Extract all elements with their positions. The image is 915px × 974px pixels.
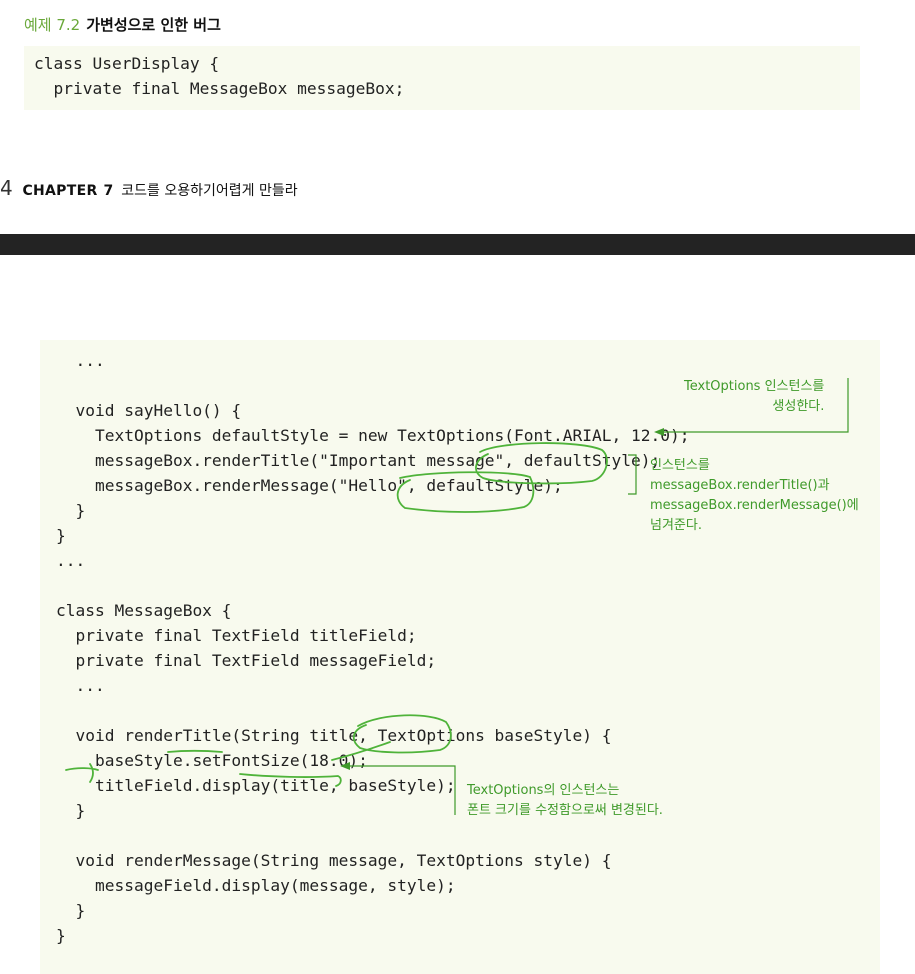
- arrowhead-modify: [340, 762, 350, 770]
- hand-line-fontsize: [239, 773, 342, 787]
- hand-underline-setfontsize: [167, 749, 223, 753]
- hand-circle-defaultstyle-message: [396, 471, 535, 513]
- annotation-marks: [65, 378, 849, 815]
- arrowhead-create: [654, 428, 664, 436]
- hand-left-mark: [65, 763, 99, 783]
- leader-line-modify: [348, 765, 456, 815]
- leader-line-create: [662, 378, 849, 433]
- hand-circle-defaultstyle-title: [475, 442, 608, 485]
- hand-circle-textoptions: [352, 714, 452, 754]
- bracket-pass: [628, 454, 637, 495]
